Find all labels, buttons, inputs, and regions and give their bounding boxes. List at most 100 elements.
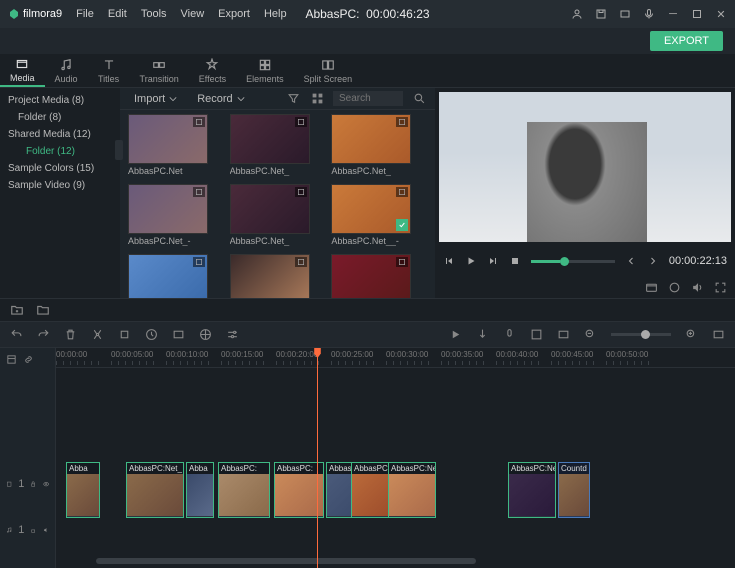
menu-help[interactable]: Help	[264, 8, 287, 20]
media-thumb[interactable]: AbbasPC.Net_	[230, 184, 326, 246]
timeline-clip[interactable]: AbbasPC:	[218, 462, 270, 518]
tab-split[interactable]: Split Screen	[294, 54, 363, 87]
zoom-in-icon[interactable]	[685, 328, 698, 341]
add-to-timeline-icon[interactable]	[193, 187, 205, 197]
tree-item[interactable]: Sample Video (9)	[0, 177, 120, 194]
zoom-out-icon[interactable]	[584, 328, 597, 341]
adjust-icon[interactable]	[226, 328, 239, 341]
screenshot-icon[interactable]	[619, 8, 631, 20]
user-icon[interactable]	[571, 8, 583, 20]
zoom-slider[interactable]	[611, 333, 671, 336]
minimize-icon[interactable]: ─	[667, 8, 679, 20]
timeline-clip[interactable]: AbbasPC:Net_	[388, 462, 436, 518]
prev-marker-icon[interactable]	[625, 255, 637, 267]
add-to-timeline-icon[interactable]	[193, 257, 205, 267]
menu-edit[interactable]: Edit	[108, 8, 127, 20]
media-thumb[interactable]: AbbasPC.Net_	[230, 114, 326, 176]
greenscreen-icon[interactable]	[199, 328, 212, 341]
next-frame-icon[interactable]	[487, 255, 499, 267]
mic-icon[interactable]	[643, 8, 655, 20]
media-thumb[interactable]: AbbasPC.Net_-	[128, 184, 224, 246]
video-track-header[interactable]: 1	[0, 452, 55, 516]
add-to-timeline-icon[interactable]	[295, 187, 307, 197]
voiceover-icon[interactable]	[503, 328, 516, 341]
media-thumb[interactable]: AbbasPC.Net___	[128, 254, 224, 298]
link-icon[interactable]	[23, 354, 34, 365]
add-to-timeline-icon[interactable]	[295, 117, 307, 127]
tab-elements[interactable]: Elements	[236, 54, 294, 87]
timeline-clip[interactable]: AbbasPC:Net_	[508, 462, 556, 518]
timeline-tracks[interactable]: 00:00:0000:00:05:0000:00:10:0000:00:15:0…	[56, 348, 735, 568]
add-to-timeline-icon[interactable]	[396, 257, 408, 267]
tab-titles[interactable]: Titles	[88, 54, 130, 87]
render-icon[interactable]	[449, 328, 462, 341]
add-to-timeline-icon[interactable]	[396, 117, 408, 127]
audio-track-header[interactable]: 1	[0, 520, 55, 540]
seek-bar[interactable]	[531, 260, 615, 263]
menu-export[interactable]: Export	[218, 8, 250, 20]
add-to-timeline-icon[interactable]	[295, 257, 307, 267]
tree-item[interactable]: Folder (8)	[0, 109, 120, 126]
time-ruler[interactable]: 00:00:0000:00:05:0000:00:10:0000:00:15:0…	[56, 348, 735, 368]
split-icon[interactable]	[91, 328, 104, 341]
search-input[interactable]	[333, 91, 403, 106]
manage-tracks-icon[interactable]	[6, 354, 17, 365]
new-folder-icon[interactable]	[10, 303, 24, 317]
ratio-icon[interactable]	[557, 328, 570, 341]
save-icon[interactable]	[595, 8, 607, 20]
media-thumb[interactable]: AbbasPC.Net	[128, 114, 224, 176]
timeline-scrollbar[interactable]	[56, 558, 735, 566]
mute-icon[interactable]	[43, 527, 49, 533]
tree-item[interactable]: Sample Colors (15)	[0, 160, 120, 177]
record-dropdown[interactable]: Record	[191, 93, 250, 105]
menu-tools[interactable]: Tools	[141, 8, 167, 20]
next-marker-icon[interactable]	[647, 255, 659, 267]
tree-item[interactable]: Project Media (8)	[0, 92, 120, 109]
volume-icon[interactable]	[691, 281, 704, 294]
crop-icon[interactable]	[118, 328, 131, 341]
play-icon[interactable]	[465, 255, 477, 267]
mixer-icon[interactable]	[530, 328, 543, 341]
video-track[interactable]: AbbaAbbasPC:Net_AbbaAbbasPC:AbbasPC:Abba…	[56, 462, 735, 518]
delete-icon[interactable]	[64, 328, 77, 341]
close-icon[interactable]: ✕	[715, 8, 727, 20]
speed-icon[interactable]	[145, 328, 158, 341]
maximize-icon[interactable]	[691, 8, 703, 20]
redo-icon[interactable]	[37, 328, 50, 341]
fullscreen-icon[interactable]	[714, 281, 727, 294]
timeline-clip[interactable]: Abba	[186, 462, 214, 518]
media-thumb[interactable]: AbbasPC.Net__-	[331, 184, 427, 246]
tab-media[interactable]: Media	[0, 54, 45, 87]
prev-frame-icon[interactable]	[443, 255, 455, 267]
tab-effects[interactable]: Effects	[189, 54, 236, 87]
marker-icon[interactable]	[476, 328, 489, 341]
filter-icon[interactable]	[285, 91, 301, 107]
stop-icon[interactable]	[509, 255, 521, 267]
sidebar-resize-handle[interactable]	[115, 140, 123, 160]
add-to-timeline-icon[interactable]	[193, 117, 205, 127]
lock-icon[interactable]	[30, 481, 36, 487]
media-thumb[interactable]: AbbasPC.Net_	[331, 114, 427, 176]
timeline-clip[interactable]: Countd	[558, 462, 590, 518]
tree-item[interactable]: Shared Media (12)	[0, 126, 120, 143]
media-thumb[interactable]: AbbasPC.Net___-	[230, 254, 326, 298]
search-icon[interactable]	[411, 91, 427, 107]
quality-icon[interactable]	[668, 281, 681, 294]
import-dropdown[interactable]: Import	[128, 93, 183, 105]
add-to-timeline-icon[interactable]	[396, 187, 408, 197]
zoom-fit-icon[interactable]	[712, 328, 725, 341]
undo-icon[interactable]	[10, 328, 23, 341]
lock-icon[interactable]	[30, 527, 36, 533]
playhead[interactable]	[317, 348, 318, 568]
media-thumb[interactable]: AbbasPC.Net____	[331, 254, 427, 298]
menu-view[interactable]: View	[181, 8, 205, 20]
tab-transition[interactable]: Transition	[130, 54, 189, 87]
color-icon[interactable]	[172, 328, 185, 341]
grid-view-icon[interactable]	[309, 91, 325, 107]
tab-audio[interactable]: Audio	[45, 54, 88, 87]
timeline-clip[interactable]: AbbasPC:Net_	[126, 462, 184, 518]
snapshot-icon[interactable]	[645, 281, 658, 294]
preview-viewport[interactable]	[439, 92, 731, 242]
export-button[interactable]: EXPORT	[650, 31, 723, 51]
timeline-clip[interactable]: Abba	[66, 462, 100, 518]
